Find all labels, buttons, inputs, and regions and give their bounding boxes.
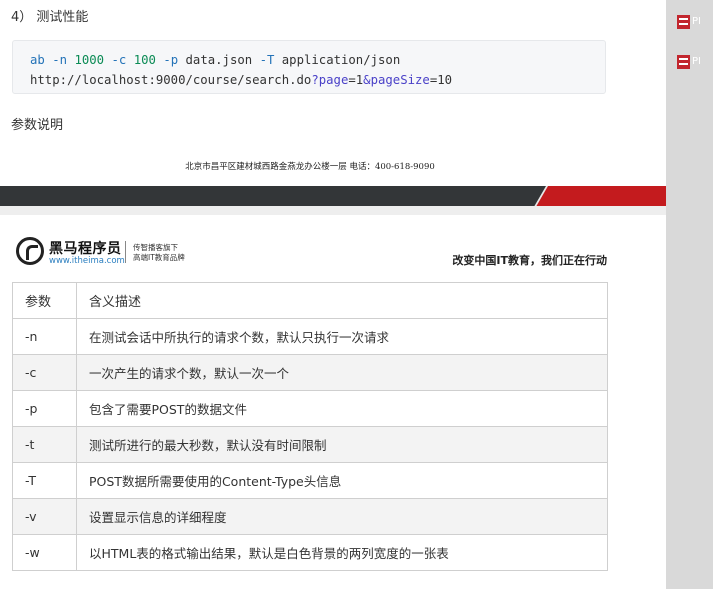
table-row: -t 测试所进行的最大秒数，默认没有时间限制 [12,426,608,463]
code-token: -n [52,53,68,67]
param-cell: -c [12,354,77,391]
section-heading: 4） 测试性能 [11,10,89,25]
params-heading: 参数说明 [11,118,64,133]
code-token: ab [30,53,45,67]
footer-address: 北京市昌平区建材城西路金燕龙办公楼一层 电话：400-618-9090 [185,162,435,172]
pdf-icon [677,15,690,29]
document-page: 4） 测试性能 ab -n 1000 -c 100 -p data.json -… [0,0,666,589]
code-line-2: http://localhost:9000/course/search.do?p… [30,70,605,90]
table-row: -c 一次产生的请求个数，默认一次一个 [12,354,608,391]
sidebar-item-pdf-2[interactable]: PI [677,55,713,71]
pdf-icon [677,55,690,69]
sidebar-item-label: PI [692,56,701,67]
code-token: -c [111,53,127,67]
code-line-1: ab -n 1000 -c 100 -p data.json -T applic… [30,50,605,70]
column-header-description: 含义描述 [76,282,608,319]
param-cell: -t [12,426,77,463]
code-token: =1 [348,73,364,87]
brand-name: 黑马程序员 [49,241,122,257]
description-cell: 以HTML表的格式输出结果，默认是白色背景的两列宽度的一张表 [76,534,608,571]
table-row: -p 包含了需要POST的数据文件 [12,390,608,427]
brand-tagline-2: 高端IT教育品牌 [133,253,185,262]
description-cell: 设置显示信息的详细程度 [76,498,608,535]
code-token: application/json [274,53,401,67]
code-token: -T [259,53,275,67]
table-row: -v 设置显示信息的详细程度 [12,498,608,535]
red-accent-stripe [536,186,666,206]
code-token: 100 [133,53,156,67]
description-cell: 包含了需要POST的数据文件 [76,390,608,427]
page-divider-band [0,186,666,206]
code-token: data.json [178,53,260,67]
param-cell: -w [12,534,77,571]
param-cell: -p [12,390,77,427]
sidebar-item-pdf-1[interactable]: PI [677,15,713,31]
code-token: =10 [429,73,453,87]
table-row: -n 在测试会话中所执行的请求个数，默认只执行一次请求 [12,318,608,355]
description-cell: 在测试会话中所执行的请求个数，默认只执行一次请求 [76,318,608,355]
logo-icon [16,237,44,265]
table-header-row: 参数 含义描述 [12,282,608,319]
sidebar-item-label: PI [692,16,701,27]
code-token: 1000 [74,53,105,67]
code-token: &pageSize [363,73,430,87]
table-row: -w 以HTML表的格式输出结果，默认是白色背景的两列宽度的一张表 [12,534,608,571]
code-token: -p [163,53,179,67]
description-cell: POST数据所需要使用的Content-Type头信息 [76,462,608,499]
brand-url: www.itheima.com [49,256,125,266]
code-token: http://localhost:9000/course/search.do [30,73,312,87]
param-cell: -T [12,462,77,499]
param-cell: -n [12,318,77,355]
params-table: 参数 含义描述 -n 在测试会话中所执行的请求个数，默认只执行一次请求 -c 一… [12,282,608,571]
code-block: ab -n 1000 -c 100 -p data.json -T applic… [12,40,606,94]
attachments-sidebar: PI PI [666,0,713,589]
param-cell: -v [12,498,77,535]
logo-divider [125,241,126,263]
code-token: ?page [311,73,349,87]
brand-slogan: 改变中国IT教育，我们正在行动 [452,254,607,267]
brand-logo: 黑马程序员 www.itheima.com 传智播客旗下 高端IT教育品牌 [12,236,272,270]
description-cell: 一次产生的请求个数，默认一次一个 [76,354,608,391]
column-header-param: 参数 [12,282,77,319]
description-cell: 测试所进行的最大秒数，默认没有时间限制 [76,426,608,463]
table-row: -T POST数据所需要使用的Content-Type头信息 [12,462,608,499]
page-gap [0,206,666,215]
